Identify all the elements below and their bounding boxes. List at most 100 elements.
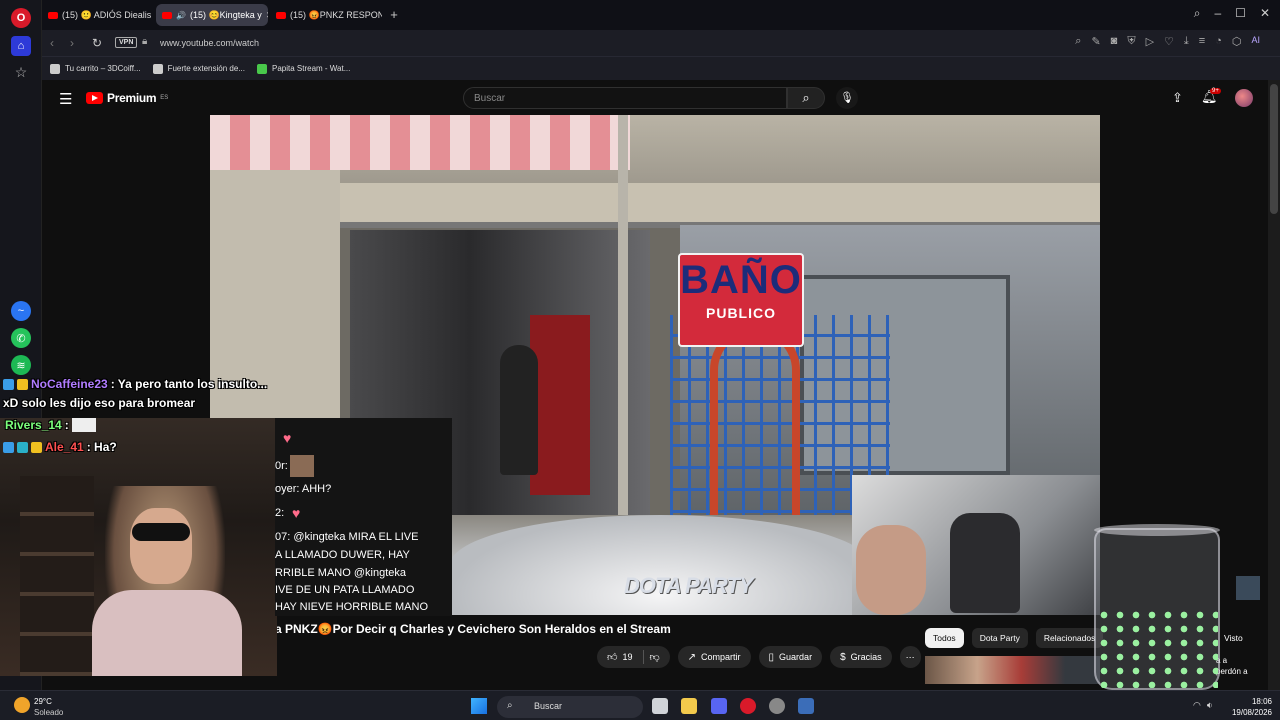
close-tab-icon[interactable]: ✕ bbox=[266, 10, 268, 21]
speaker-icon[interactable]: 🔊 bbox=[176, 11, 186, 20]
back-icon[interactable]: ‹ bbox=[50, 36, 54, 50]
video-frame bbox=[500, 345, 538, 475]
reload-icon[interactable]: ↻ bbox=[92, 36, 102, 50]
aria-ai-button[interactable]: AI bbox=[1251, 35, 1260, 48]
face-emote bbox=[290, 455, 314, 477]
extensions-icon[interactable]: ⬡ bbox=[1232, 35, 1242, 48]
bookmark-item[interactable]: Tu carrito – 3DCoiff... bbox=[50, 63, 141, 74]
page-scrollbar[interactable] bbox=[1268, 80, 1280, 690]
file-explorer-icon[interactable] bbox=[681, 698, 697, 714]
weather-condition[interactable]: Soleado bbox=[34, 708, 63, 717]
heart-icon[interactable]: ♡ bbox=[1164, 35, 1174, 48]
wifi-icon[interactable]: ◠ bbox=[1193, 700, 1201, 711]
chat-line: oyer: AHH? bbox=[275, 483, 332, 495]
volume-icon[interactable]: 🔉︎ bbox=[1207, 700, 1213, 711]
youtube-logo[interactable]: Premium ES bbox=[86, 91, 168, 105]
bookmarks-star-icon[interactable]: ☆ bbox=[11, 62, 31, 82]
messenger-icon[interactable]: ~ bbox=[11, 301, 31, 321]
task-view-icon[interactable] bbox=[652, 698, 668, 714]
overlay-chat-line: NoCaffeine23 : Ya pero tanto los insulto… bbox=[3, 377, 267, 391]
like-count: 19 bbox=[622, 652, 633, 662]
url-field[interactable]: www.youtube.com/watch bbox=[160, 38, 259, 48]
bookmark-label: Fuerte extensión de... bbox=[167, 64, 245, 73]
bookmark-icon: ▯ bbox=[768, 651, 775, 663]
chip-visto[interactable]: Visto bbox=[1224, 628, 1243, 648]
profile-icon[interactable]: ◔ bbox=[1215, 35, 1222, 48]
bano-publico-sign: BAÑO PUBLICO bbox=[678, 253, 804, 347]
recommended-video-text[interactable]: a a perdón a bbox=[1216, 655, 1248, 677]
youtube-favicon-icon bbox=[48, 11, 58, 19]
share-button[interactable]: ↗ Compartir bbox=[677, 646, 751, 668]
chip-dota-party[interactable]: Dota Party bbox=[971, 628, 1028, 648]
account-avatar[interactable] bbox=[1235, 89, 1253, 107]
heart-emote-icon: ♥ bbox=[292, 505, 301, 521]
heart-emote-icon: ♥ bbox=[283, 430, 292, 446]
vpn-badge[interactable]: VPN bbox=[115, 37, 138, 48]
badge-icon bbox=[17, 378, 28, 390]
scrollbar-thumb[interactable] bbox=[1270, 84, 1278, 214]
clock-date[interactable]: 19/08/2026 bbox=[1226, 708, 1272, 717]
weather-temperature[interactable]: 29°C bbox=[34, 697, 52, 706]
sun-weather-icon[interactable] bbox=[14, 697, 30, 713]
taskbar-search[interactable]: ⌕ Buscar bbox=[497, 696, 643, 718]
video-frame bbox=[710, 325, 800, 525]
menu-icon[interactable]: ≡ bbox=[1199, 35, 1205, 48]
whatsapp-icon[interactable]: ✆ bbox=[11, 328, 31, 348]
minimize-icon[interactable]: – bbox=[1214, 6, 1221, 21]
kick-favicon-icon bbox=[256, 63, 267, 74]
sunglasses bbox=[132, 523, 190, 541]
search-icon[interactable]: ⌕ bbox=[1075, 35, 1081, 48]
download-icon[interactable]: ⤓ bbox=[1184, 35, 1189, 48]
chat-username: NoCaffeine23 bbox=[31, 377, 108, 391]
play-icon[interactable]: ▷ bbox=[1146, 35, 1154, 48]
thumbs-down-icon[interactable]: 👎︎ bbox=[649, 651, 659, 663]
lock-icon[interactable]: 🔒︎ bbox=[142, 36, 147, 47]
close-window-icon[interactable]: ✕ bbox=[1260, 6, 1270, 21]
clock-time[interactable]: 18:06 bbox=[1232, 697, 1272, 706]
streamer-body bbox=[92, 590, 242, 676]
voice-search-button[interactable]: 🎙︎ bbox=[836, 87, 858, 109]
upload-icon[interactable]: ⇪ bbox=[1172, 90, 1183, 106]
like-button[interactable]: 👍︎ 19 👎︎ bbox=[597, 646, 670, 668]
bookmark-item[interactable]: Fuerte extensión de... bbox=[152, 63, 245, 74]
opera-logo-icon[interactable]: O bbox=[11, 8, 31, 28]
more-actions-button[interactable]: ⋯ bbox=[899, 646, 921, 668]
maximize-icon[interactable]: ☐ bbox=[1235, 6, 1246, 21]
badge-icon bbox=[31, 441, 42, 453]
shield-icon[interactable]: ⛨ bbox=[1127, 35, 1135, 48]
tab-1[interactable]: (15) 🙂 ADIÓS Diealis ¡FE bbox=[42, 4, 154, 26]
bookmarks-bar: Tu carrito – 3DCoiff... Fuerte extensión… bbox=[42, 56, 1280, 80]
tab-3[interactable]: (15) 😡PNKZ RESPONDE bbox=[270, 4, 382, 26]
recommended-video-thumbnail[interactable] bbox=[925, 656, 1100, 684]
obs-icon[interactable] bbox=[769, 698, 785, 714]
channel-avatar[interactable] bbox=[1236, 576, 1260, 600]
tab-2[interactable]: 🔊 (15) 😊Kingteka y ✕ bbox=[156, 4, 268, 26]
search-button[interactable]: ⌕ bbox=[787, 87, 825, 109]
hamburger-menu-icon[interactable]: ☰ bbox=[59, 90, 72, 108]
forward-icon[interactable]: › bbox=[70, 36, 74, 50]
new-tab-button[interactable]: + bbox=[386, 7, 402, 23]
dota-party-watermark: DOTA PARTY bbox=[624, 573, 754, 598]
opera-taskbar-icon[interactable] bbox=[740, 698, 756, 714]
search-tabs-icon[interactable]: ⌕ bbox=[1194, 6, 1201, 21]
settings-gear-icon[interactable] bbox=[798, 698, 814, 714]
spotify-icon[interactable]: ≋ bbox=[11, 355, 31, 375]
edit-icon[interactable]: ✎ bbox=[1091, 35, 1100, 48]
bookmark-item[interactable]: Papita Stream - Wat... bbox=[256, 63, 350, 74]
dollar-icon: $ bbox=[840, 651, 846, 663]
share-icon: ↗ bbox=[687, 651, 697, 663]
sign-text-small: PUBLICO bbox=[706, 305, 776, 321]
discord-icon[interactable] bbox=[711, 698, 727, 714]
search-icon: ⌕ bbox=[507, 700, 513, 711]
windows-start-icon[interactable] bbox=[471, 698, 487, 714]
search-input[interactable]: Buscar bbox=[463, 87, 787, 109]
recommendation-chips: Todos Dota Party Relacionados bbox=[925, 628, 1104, 648]
logo-region: ES bbox=[160, 95, 169, 101]
home-icon[interactable]: ⌂ bbox=[11, 36, 31, 56]
chat-line: RRIBLE MANO @kingteka bbox=[275, 567, 406, 579]
chip-todos[interactable]: Todos bbox=[925, 628, 964, 648]
save-button[interactable]: ▯ Guardar bbox=[758, 646, 823, 668]
chat-message: : Ya pero tanto los insulto... bbox=[110, 377, 268, 391]
thanks-button[interactable]: $ Gracias bbox=[830, 646, 892, 668]
camera-icon[interactable]: ◙ bbox=[1111, 35, 1118, 48]
